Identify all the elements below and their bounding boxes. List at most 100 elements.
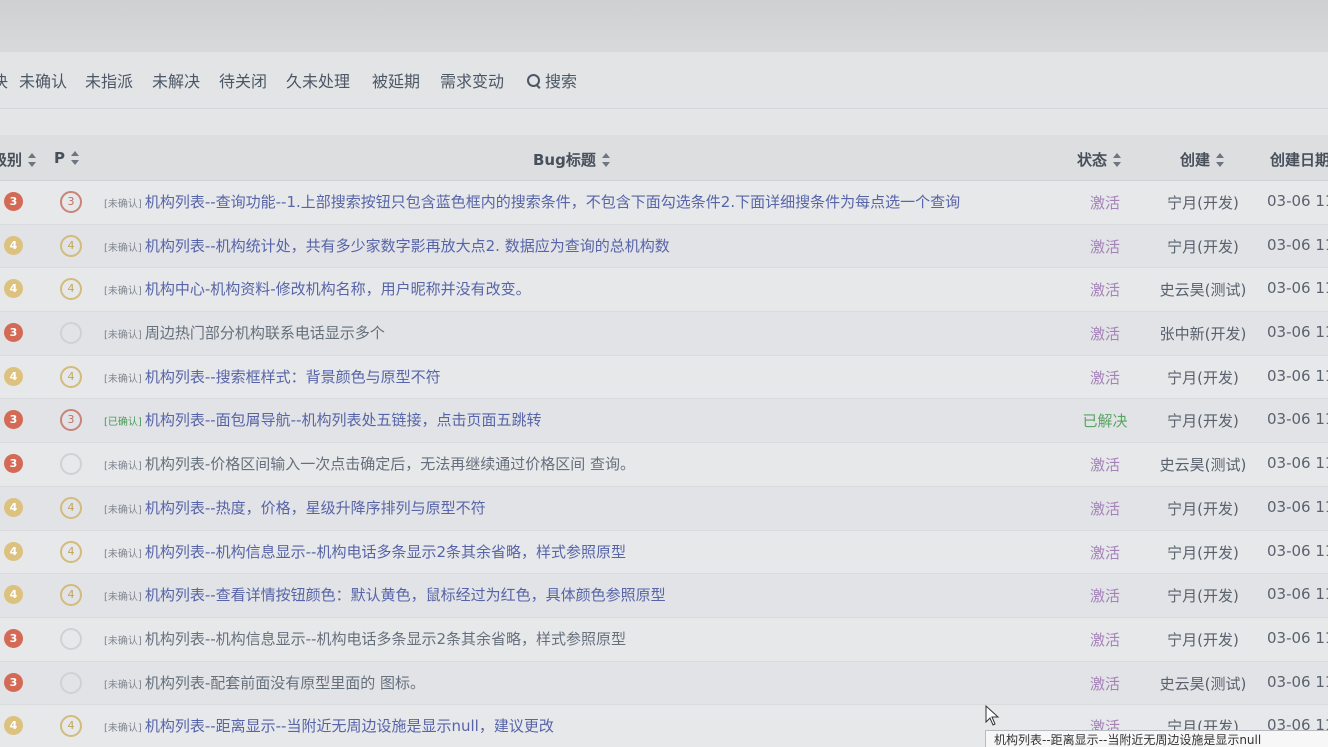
bug-title-link[interactable]: 机构列表--热度，价格，星级升降序排列与原型不符 (145, 499, 486, 517)
bug-title-cell: [未确认] 周边热门部分机构联系电话显示多个 (104, 322, 1064, 343)
bug-title-cell: [未确认] 机构列表--机构信息显示--机构电话多条显示2条其余省略，样式参照原型 (104, 541, 1064, 562)
bug-table-body: 3 3 [未确认] 机构列表--查询功能--1.上部搜索按钮只包含蓝色框内的搜索条件，… (0, 181, 1328, 747)
severity-badge: 4 (4, 366, 23, 386)
table-row[interactable]: 3 [未确认] 机构列表-价格区间输入一次点击确定后，无法再继续通过价格区间 查询。… (0, 443, 1328, 487)
confirm-tag: [未确认] (104, 373, 142, 385)
creator-cell: 宁月(开发) (1167, 412, 1239, 431)
header-creator-label: 创建 (1180, 151, 1211, 169)
bug-title-link[interactable]: 机构列表--面包屑导航--机构列表处五链接，点击页面五跳转 (145, 411, 542, 429)
confirm-tag: [未确认] (104, 242, 142, 254)
severity-badge: 4 (4, 541, 23, 561)
bug-title-cell: [未确认] 机构中心-机构资料-修改机构名称，用户昵称并没有改变。 (104, 278, 1064, 299)
table-row[interactable]: 3 [未确认] 机构列表-配套前面没有原型里面的 图标。 激活 史云昊(测试) 03-06… (0, 661, 1328, 706)
created-date-cell: 03-06 11: (1267, 410, 1328, 429)
filter-tab-postponed[interactable]: 被延期 (372, 68, 420, 92)
status-cell: 激活 (1089, 499, 1120, 518)
priority-badge (60, 453, 82, 476)
filter-tab-to-close[interactable]: 待关闭 (219, 68, 267, 92)
table-row[interactable]: 4 4 [未确认] 机构列表--机构信息显示--机构电话多条显示2条其余省略，样式参照… (0, 530, 1328, 575)
table-row[interactable]: 4 4 [未确认] 机构列表--查看详情按钮颜色：默认黄色，鼠标经过为红色，具体颜色参… (0, 574, 1328, 618)
table-row[interactable]: 4 4 [未确认] 机构中心-机构资料-修改机构名称，用户昵称并没有改变。 激活 史云昊(… (0, 268, 1328, 313)
table-header: 级别 P Bug标题 状态 创建 创建日期 (0, 135, 1328, 182)
priority-badge: 3 (60, 409, 82, 432)
header-priority[interactable]: P (54, 149, 79, 167)
header-title[interactable]: Bug标题 (533, 149, 610, 170)
confirm-tag: [未确认] (104, 548, 142, 560)
status-cell: 已解决 (1082, 412, 1128, 431)
bug-title-cell: [未确认] 机构列表-价格区间输入一次点击确定后，无法再继续通过价格区间 查询。 (104, 453, 1064, 474)
filter-tab-long-unhandled[interactable]: 久未处理 (286, 68, 350, 92)
priority-badge (60, 627, 82, 650)
created-date-cell: 03-06 11: (1267, 497, 1328, 516)
confirm-tag: [未确认] (104, 461, 142, 473)
bug-title-cell: [未确认] 机构列表--热度，价格，星级升降序排列与原型不符 (104, 497, 1064, 518)
severity-badge: 3 (4, 323, 23, 343)
status-cell: 激活 (1089, 587, 1120, 606)
header-created-date[interactable]: 创建日期 (1270, 149, 1328, 170)
bug-title-link[interactable]: 机构中心-机构资料-修改机构名称，用户昵称并没有改变。 (145, 280, 531, 298)
bug-title-link[interactable]: 机构列表--查询功能--1.上部搜索按钮只包含蓝色框内的搜索条件，不包含下面勾选… (145, 193, 960, 211)
status-cell: 激活 (1089, 237, 1120, 256)
bug-title-cell: [已确认] 机构列表--面包屑导航--机构列表处五链接，点击页面五跳转 (104, 409, 1064, 430)
bug-title-link[interactable]: 机构列表--机构信息显示--机构电话多条显示2条其余省略，样式参照原型 (145, 630, 626, 648)
created-date-cell: 03-06 11: (1267, 366, 1328, 385)
table-row[interactable]: 3 [未确认]周边热门部分机构联系电话显示多个 激活 张中新(开发) 03-06 11: (0, 312, 1328, 356)
search-label: 搜索 (545, 72, 578, 91)
priority-badge: 4 (60, 234, 82, 257)
filter-tab-unresolved[interactable]: 未解决 (152, 68, 200, 92)
confirm-tag: [未确认] (104, 592, 142, 604)
sort-icon (1216, 152, 1225, 167)
severity-badge: 3 (4, 672, 23, 692)
bug-title-link[interactable]: 机构列表--搜索框样式：背景颜色与原型不符 (145, 368, 441, 386)
severity-badge: 3 (4, 192, 23, 211)
header-creator[interactable]: 创建 (1180, 149, 1225, 170)
creator-cell: 宁月(开发) (1167, 630, 1239, 649)
bug-title-link[interactable]: 机构列表--查看详情按钮颜色：默认黄色，鼠标经过为红色，具体颜色参照原型 (145, 586, 666, 604)
table-row[interactable]: 4 4 [未确认] 机构列表--搜索框样式：背景颜色与原型不符 激活 宁月(开发) 03-0… (0, 355, 1328, 400)
sort-icon (1113, 152, 1122, 167)
header-title-label: Bug标题 (533, 151, 596, 169)
filter-tab-unassigned[interactable]: 未指派 (85, 68, 133, 92)
header-created-date-label: 创建日期 (1270, 151, 1328, 169)
bug-title-cell: [未确认] 机构列表--距离显示--当附近无周边设施是显示null，建议更改 (104, 715, 1064, 736)
sort-icon (28, 152, 37, 167)
confirm-tag: [未确认] (104, 635, 142, 647)
table-row[interactable]: 4 4 [未确认] 机构列表--热度，价格，星级升降序排列与原型不符 激活 宁月(开发) 0… (0, 486, 1328, 531)
severity-badge: 3 (4, 410, 23, 430)
table-row[interactable]: 3 [未确认] 机构列表--机构信息显示--机构电话多条显示2条其余省略，样式参照原… (0, 617, 1328, 662)
priority-badge: 4 (60, 540, 82, 563)
table-row[interactable]: 4 4 [未确认] 机构列表--机构统计处，共有多少家数字影再放大点2. 数据应为查询… (0, 224, 1328, 269)
severity-badge: 4 (4, 235, 23, 255)
confirm-tag: [未确认] (104, 504, 142, 516)
top-band (0, 0, 1328, 50)
table-row[interactable]: 3 3 [未确认] 机构列表--查询功能--1.上部搜索按钮只包含蓝色框内的搜索条件，… (0, 181, 1328, 225)
search-toggle[interactable]: 搜索 (527, 68, 577, 92)
status-cell: 激活 (1089, 194, 1120, 212)
header-severity[interactable]: 级别 (0, 149, 37, 170)
bug-title-link[interactable]: 机构列表--机构统计处，共有多少家数字影再放大点2. 数据应为查询的总机构数 (145, 237, 670, 255)
bug-title-link[interactable]: 机构列表-配套前面没有原型里面的 图标。 (145, 674, 425, 692)
created-date-cell: 03-06 11: (1267, 279, 1328, 298)
confirm-tag: [未确认] (104, 286, 142, 298)
severity-badge: 4 (4, 716, 23, 736)
bug-title-link[interactable]: 机构列表--距离显示--当附近无周边设施是显示null，建议更改 (145, 717, 554, 735)
filter-tab-need-changed[interactable]: 需求变动 (440, 68, 504, 92)
severity-badge: 4 (4, 497, 23, 517)
confirm-tag: [已确认] (104, 417, 142, 429)
filter-tab-unconfirmed[interactable]: 未确认 (19, 68, 67, 92)
bug-title-link[interactable]: 周边热门部分机构联系电话显示多个 (145, 324, 385, 342)
creator-cell: 史云昊(测试) (1159, 674, 1247, 693)
bug-title-link[interactable]: 机构列表-价格区间输入一次点击确定后，无法再继续通过价格区间 查询。 (145, 455, 635, 473)
bug-title-cell: [未确认] 机构列表--搜索框样式：背景颜色与原型不符 (104, 366, 1064, 387)
status-cell: 激活 (1089, 325, 1120, 344)
priority-badge (60, 671, 82, 694)
table-row[interactable]: 3 3 [已确认] 机构列表--面包屑导航--机构列表处五链接，点击页面五跳转 已解决宁… (0, 399, 1328, 444)
bug-title-link[interactable]: 机构列表--机构信息显示--机构电话多条显示2条其余省略，样式参照原型 (145, 543, 626, 561)
priority-badge: 4 (60, 496, 82, 519)
filter-tab-cut[interactable]: 决 (0, 68, 8, 92)
creator-cell: 史云昊(测试) (1159, 456, 1247, 475)
priority-badge: 3 (60, 191, 82, 213)
creator-cell: 宁月(开发) (1167, 587, 1239, 606)
header-status[interactable]: 状态 (1077, 149, 1122, 170)
confirm-tag: [未确认] (104, 199, 142, 210)
